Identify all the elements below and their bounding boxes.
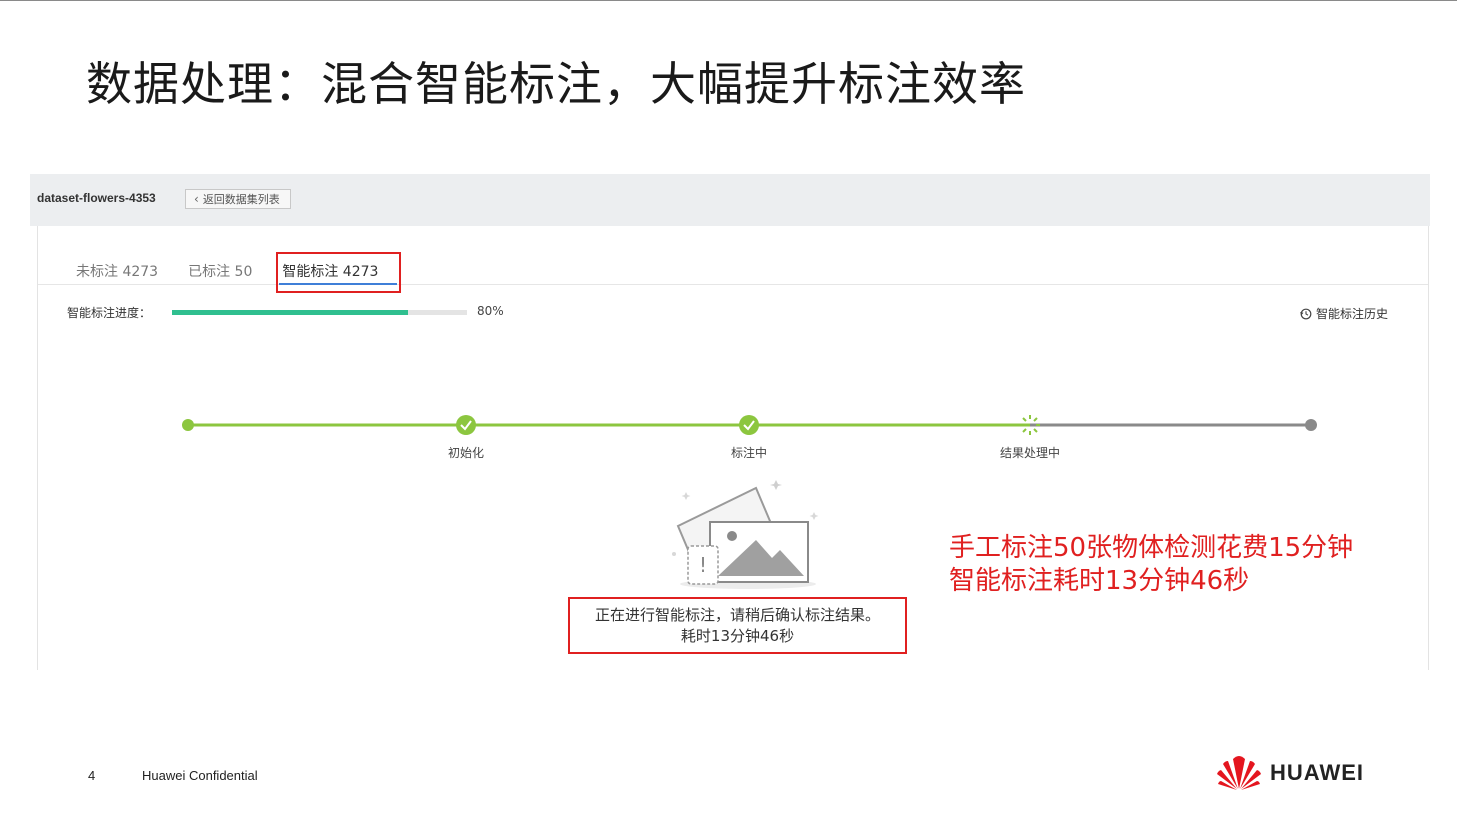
annotation-manual: 手工标注50张物体检测花费15分钟 — [949, 533, 1354, 563]
top-rule — [0, 0, 1457, 1]
progress-bar-fill — [172, 310, 408, 315]
tab-labeled[interactable]: 已标注 50 — [188, 261, 266, 281]
step-label-labeling: 标注中 — [730, 446, 768, 460]
step-label-initialize: 初始化 — [447, 446, 485, 460]
comparison-annotation: 手工标注50张物体检测花费15分钟 智能标注耗时13分钟46秒 — [949, 532, 1353, 598]
back-button-label: 返回数据集列表 — [202, 193, 280, 206]
panel-header: dataset-flowers-4353 ‹ 返回数据集列表 — [30, 174, 1430, 226]
progress-value: 80% — [477, 304, 504, 318]
back-to-dataset-list-button[interactable]: ‹ 返回数据集列表 — [185, 189, 291, 209]
history-link-label: 智能标注历史 — [1316, 307, 1389, 321]
step-label-processing: 结果处理中 — [999, 446, 1061, 460]
annotation-smart: 智能标注耗时13分钟46秒 — [949, 566, 1250, 596]
huawei-flower-icon — [1217, 756, 1261, 790]
svg-text:!: ! — [699, 553, 707, 577]
progress-bar — [172, 310, 467, 315]
smart-labeling-history-link[interactable]: 智能标注历史 — [1300, 305, 1388, 322]
status-message-box: 正在进行智能标注，请稍后确认标注结果。 耗时13分钟46秒 — [568, 597, 907, 654]
tab-unlabeled[interactable]: 未标注 4273 — [76, 261, 172, 281]
progress-label: 智能标注进度： — [67, 306, 152, 320]
status-duration: 耗时13分钟46秒 — [680, 627, 795, 645]
tab-highlight-box — [276, 252, 401, 293]
confidential-label: Huawei Confidential — [142, 768, 258, 783]
history-clock-icon — [1300, 308, 1312, 319]
slide-title: 数据处理：混合智能标注，大幅提升标注效率 — [86, 57, 1026, 111]
dataset-name: dataset-flowers-4353 — [37, 191, 156, 205]
page-number: 4 — [88, 768, 96, 783]
status-message: 正在进行智能标注，请稍后确认标注结果。 — [594, 606, 880, 624]
empty-state-image-icon: ! — [672, 480, 819, 589]
huawei-wordmark: HUAWEI — [1270, 760, 1364, 785]
chevron-left-icon: ‹ — [194, 192, 199, 206]
huawei-logo: HUAWEI — [1216, 755, 1364, 791]
tab-divider — [38, 284, 1428, 285]
